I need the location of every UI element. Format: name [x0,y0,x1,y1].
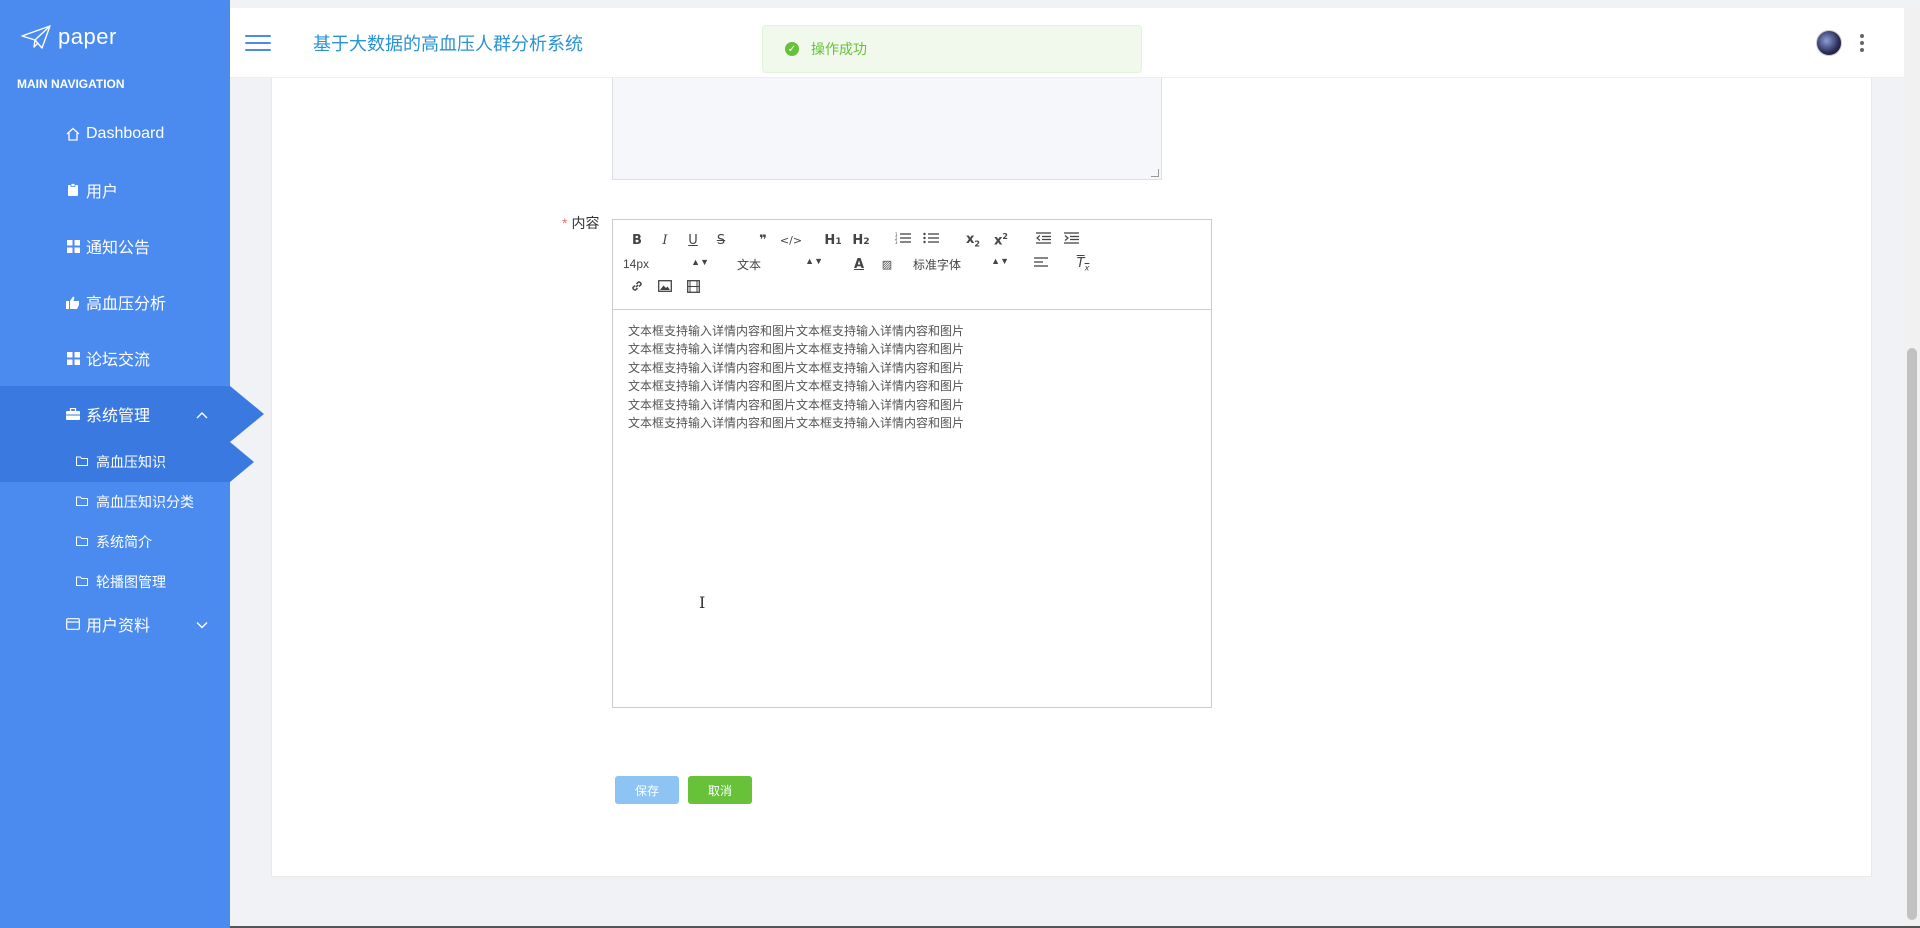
sidebar-item-label: 用户资料 [86,618,151,635]
editor-toolbar: B I U S ❞ </> H1 H2 123 x2 x2 14px ▲▼ 文本… [613,220,1211,310]
sidebar: paper MAIN NAVIGATION Dashboard 用户 通知公告 … [0,0,264,928]
svg-text:3: 3 [895,240,898,244]
align-icon[interactable] [1027,256,1055,272]
link-icon[interactable] [623,279,651,297]
italic-icon[interactable]: I [651,233,679,248]
content-panel: * 内容 B I U S ❞ </> H1 H2 123 x2 x2 14px … [271,78,1872,877]
sidebar-subitem-knowledge[interactable]: 高血压知识 [0,442,254,482]
font-size-select[interactable]: 14px ▲▼ [623,257,709,271]
sidebar-subitem-label: 系统简介 [96,534,152,550]
site-title: 基于大数据的高血压人群分析系统 [313,33,583,54]
sidebar-item-label: 用户 [86,184,119,201]
editor-line: 文本框支持输入详情内容和图片文本框支持输入详情内容和图片 [628,397,965,412]
video-icon[interactable] [679,279,707,297]
rich-text-editor[interactable]: B I U S ❞ </> H1 H2 123 x2 x2 14px ▲▼ 文本… [612,219,1212,708]
sidebar-item-label: 通知公告 [86,240,151,257]
sidebar-subitem-label: 高血压知识 [96,454,166,470]
scrollbar-thumb[interactable] [1907,348,1917,920]
header-actions [1816,30,1864,56]
folder-icon [76,575,88,589]
editor-line: 文本框支持输入详情内容和图片文本框支持输入详情内容和图片 [628,416,965,431]
menu-toggle-icon[interactable] [245,30,271,56]
background-color-icon[interactable]: ▨ [873,258,901,271]
heading-1-icon[interactable]: H1 [819,233,847,248]
content-field-label: * 内容 [562,213,599,233]
cancel-button[interactable]: 取消 [688,776,752,804]
home-icon [64,127,82,141]
sidebar-item-notices[interactable]: 通知公告 [0,218,230,274]
sidebar-item-label: 论坛交流 [86,352,151,369]
sidebar-item-forum[interactable]: 论坛交流 [0,330,230,386]
heading-2-icon[interactable]: H2 [847,233,875,248]
editor-line: 文本框支持输入详情内容和图片文本框支持输入详情内容和图片 [628,324,965,338]
ordered-list-icon[interactable]: 123 [889,232,917,248]
card-icon [64,618,82,630]
more-vert-icon[interactable] [1860,34,1864,52]
briefcase-icon [64,408,82,420]
blockquote-icon[interactable]: ❞ [749,233,777,248]
logo[interactable]: paper [0,0,230,74]
folder-icon [76,535,88,549]
grid-icon [64,239,82,253]
toast-message: 操作成功 [811,41,867,57]
nav-caption: MAIN NAVIGATION [17,77,125,91]
sidebar-subitem-label: 高血压知识分类 [96,494,194,510]
text-cursor-icon: I [699,593,706,612]
sidebar-item-users[interactable]: 用户 [0,162,230,218]
font-color-icon[interactable]: A [845,257,873,272]
textarea-field[interactable] [612,78,1162,180]
chevron-up-icon [196,407,208,422]
indent-icon[interactable] [1057,232,1085,248]
grid-icon [64,351,82,365]
select-arrows-icon: ▲▼ [691,257,709,267]
block-format-select[interactable]: 文本 ▲▼ [737,256,823,273]
sidebar-item-label: 系统管理 [86,408,151,425]
sidebar-subitem-label: 轮播图管理 [96,574,166,590]
editor-line: 文本框支持输入详情内容和图片文本框支持输入详情内容和图片 [628,360,965,375]
editor-line: 文本框支持输入详情内容和图片文本框支持输入详情内容和图片 [628,342,965,357]
check-circle-icon: ✓ [785,42,799,56]
sidebar-item-user-profile[interactable]: 用户资料 [0,602,230,646]
sidebar-subitem-carousel[interactable]: 轮播图管理 [0,562,230,602]
sidebar-item-analysis[interactable]: 高血压分析 [0,274,230,330]
editor-line: 文本框支持输入详情内容和图片文本框支持输入详情内容和图片 [628,379,965,394]
subscript-icon[interactable]: x2 [959,232,987,249]
underline-icon[interactable]: U [679,233,707,248]
save-button[interactable]: 保存 [615,776,679,804]
success-toast: ✓ 操作成功 [762,25,1142,73]
folder-icon [76,495,88,509]
required-mark: * [562,215,568,231]
bold-icon[interactable]: B [623,233,651,248]
select-arrows-icon: ▲▼ [991,255,1009,266]
sidebar-subitem-knowledge-category[interactable]: 高血压知识分类 [0,482,230,522]
outdent-icon[interactable] [1029,232,1057,248]
sidebar-item-label: Dashboard [86,125,165,142]
resize-handle-icon[interactable] [1151,169,1159,177]
page-scrollbar[interactable] [1904,8,1920,928]
sidebar-subitem-system-intro[interactable]: 系统简介 [0,522,230,562]
clear-format-icon[interactable]: Tx [1069,256,1097,273]
font-family-select[interactable]: 标准字体 ▲▼ [913,256,1009,273]
folder-icon [76,455,88,469]
avatar[interactable] [1816,30,1842,56]
strikethrough-icon[interactable]: S [707,233,735,248]
paper-plane-icon [21,25,51,49]
logo-text: paper [58,24,117,49]
superscript-icon[interactable]: x2 [987,232,1015,248]
sidebar-item-dashboard[interactable]: Dashboard [0,106,230,162]
select-arrows-icon: ▲▼ [805,255,823,266]
sidebar-item-label: 高血压分析 [86,296,167,313]
image-icon[interactable] [651,280,679,296]
clipboard-icon [64,183,82,197]
bullet-list-icon[interactable] [917,232,945,248]
content-label-text: 内容 [571,215,600,231]
editor-content[interactable]: 文本框支持输入详情内容和图片文本框支持输入详情内容和图片 文本框支持输入详情内容… [613,310,1211,444]
code-block-icon[interactable]: </> [777,234,805,247]
thumbs-up-icon [64,296,82,309]
chevron-down-icon [196,617,208,632]
sidebar-item-system[interactable]: 系统管理 [0,386,264,442]
